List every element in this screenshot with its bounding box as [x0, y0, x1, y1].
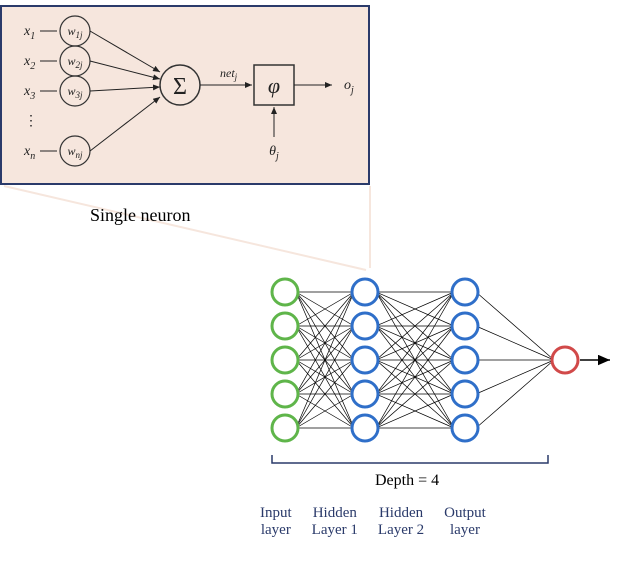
input-x3: x3 — [23, 84, 35, 102]
edge — [476, 292, 554, 360]
output-layer-label: Output layer — [444, 505, 486, 539]
arrow — [90, 97, 160, 151]
weight-w1j: w1j — [67, 24, 83, 40]
depth-label: Depth = 4 — [375, 472, 439, 490]
weight-wnj: wnj — [67, 144, 83, 160]
hidden2-node — [452, 415, 478, 441]
arrow — [90, 61, 160, 79]
input-node — [272, 313, 298, 339]
hidden1-node — [352, 381, 378, 407]
input-xn: xn — [23, 144, 35, 162]
hidden1-node — [352, 279, 378, 305]
depth-bracket — [271, 455, 549, 467]
input-node — [272, 415, 298, 441]
ellipsis: ⋮ — [24, 114, 38, 129]
hidden2-node — [452, 313, 478, 339]
arrow — [90, 87, 160, 91]
activation-symbol: φ — [268, 73, 280, 98]
output-node — [552, 347, 578, 373]
input-node — [272, 279, 298, 305]
hidden1-layer-label: Hidden Layer 1 — [312, 505, 358, 539]
weight-w3j: w3j — [67, 84, 83, 100]
input-layer-label: Input layer — [260, 505, 292, 539]
hidden2-node — [452, 347, 478, 373]
network-svg — [265, 255, 610, 465]
edge — [476, 360, 554, 394]
arrow — [90, 31, 160, 72]
input-node — [272, 347, 298, 373]
hidden1-node — [352, 347, 378, 373]
input-x1: x1 — [23, 24, 35, 42]
input-node — [272, 381, 298, 407]
sum-symbol: Σ — [173, 74, 187, 100]
hidden2-node — [452, 279, 478, 305]
edge — [476, 326, 554, 360]
input-x2: x2 — [23, 54, 35, 72]
neuron-diagram-svg: x1 x2 x3 ⋮ xn w1j w2j w3j wnj — [2, 7, 372, 187]
output-symbol: oj — [344, 78, 354, 96]
hidden1-node — [352, 415, 378, 441]
hidden2-layer-label: Hidden Layer 2 — [378, 505, 424, 539]
hidden2-node — [452, 381, 478, 407]
hidden1-node — [352, 313, 378, 339]
single-neuron-panel: x1 x2 x3 ⋮ xn w1j w2j w3j wnj — [0, 5, 370, 185]
net-label: netj — [220, 66, 238, 82]
single-neuron-label: Single neuron — [90, 205, 191, 226]
edge — [476, 360, 554, 428]
bias-symbol: θj — [269, 144, 279, 162]
weight-w2j: w2j — [67, 54, 83, 70]
layer-labels-row: Input layer Hidden Layer 1 Hidden Layer … — [260, 505, 486, 539]
